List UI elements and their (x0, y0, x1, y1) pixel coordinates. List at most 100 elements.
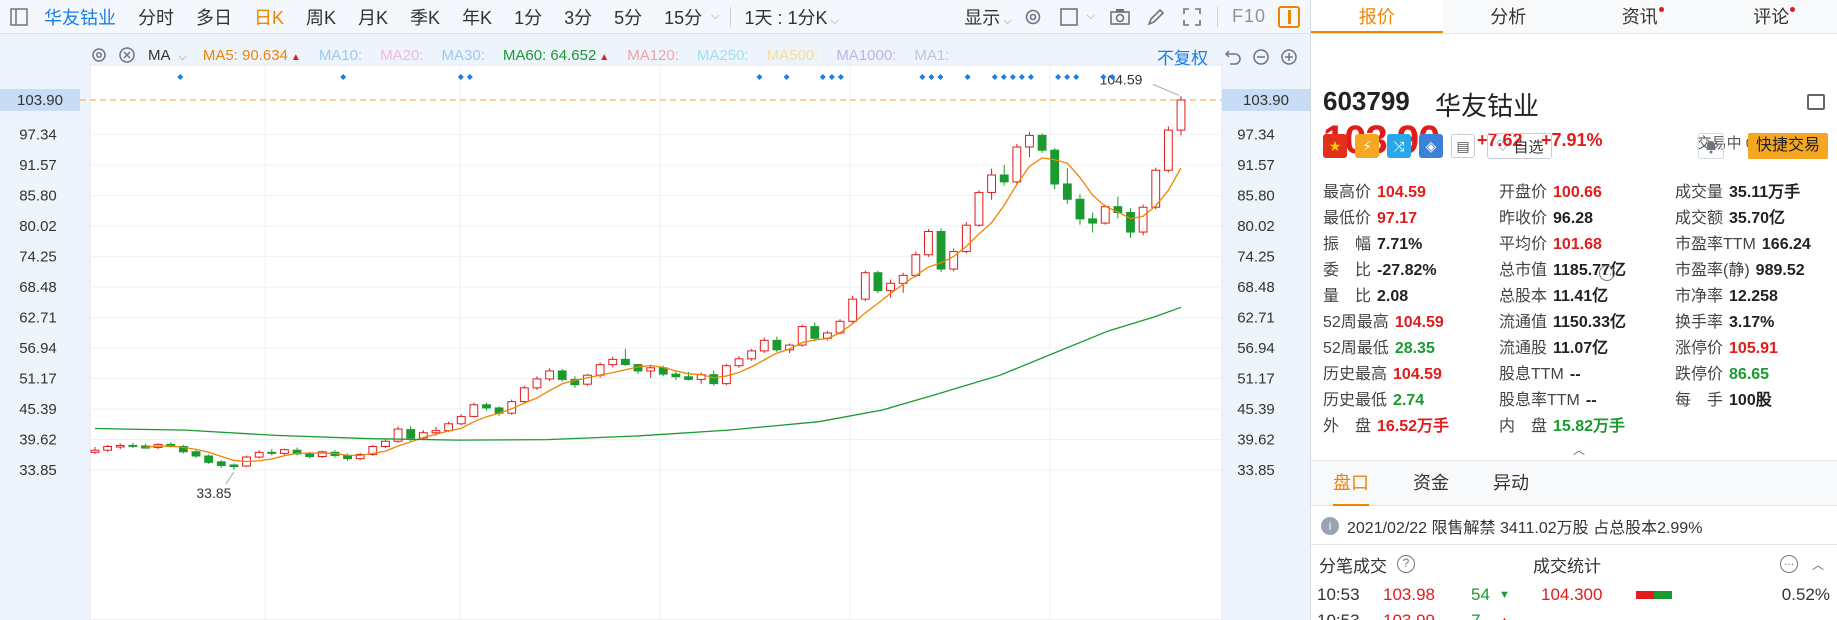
zoom-out-icon[interactable] (1250, 46, 1272, 68)
stat-value: -27.82% (1377, 262, 1437, 279)
help-icon[interactable]: ? (1397, 555, 1415, 573)
display-menu[interactable]: 显示 ⌵ (964, 4, 1011, 30)
ma-close-icon[interactable] (116, 44, 138, 66)
stat-label: 市盈率(静) (1675, 262, 1750, 279)
unread-dot-icon (1658, 7, 1664, 12)
detail-tab[interactable]: 异动 (1493, 460, 1529, 506)
sidebar-toggle-icon[interactable] (8, 6, 30, 28)
quote-tab-label: 报价 (1358, 7, 1395, 27)
candle-body (204, 455, 214, 463)
candle-body (1012, 146, 1022, 183)
candle-body (115, 444, 125, 448)
bell-icon[interactable] (1698, 133, 1724, 159)
layout-box-icon[interactable] (1058, 6, 1080, 28)
candle-body (671, 373, 681, 378)
stat-ratio-bar-fill (1636, 591, 1654, 599)
detail-tab[interactable]: 资金 (1413, 460, 1449, 506)
ma-settings-gear-icon[interactable] (88, 44, 110, 66)
y-tick-label-right: 33.85 (1237, 462, 1275, 479)
period-tab[interactable]: 年K (462, 4, 492, 30)
detail-tab[interactable]: 盘口 (1333, 460, 1369, 506)
period-tab[interactable]: 日K (254, 4, 284, 30)
camera-icon[interactable] (1109, 6, 1131, 28)
stat-price: 104.300 (1541, 585, 1603, 604)
fullscreen-icon[interactable] (1181, 6, 1203, 28)
fuquan-toggle[interactable]: 不复权 (1157, 44, 1208, 69)
stat-ratio-bar (1636, 591, 1672, 599)
collapse-caret-icon[interactable]: ︿ (1573, 441, 1585, 458)
y-tick-label-right: 85.80 (1237, 188, 1275, 205)
quick-trade-button[interactable]: 快捷交易 (1747, 133, 1828, 159)
stock-name-link[interactable]: 华友钴业 (44, 4, 116, 30)
zoom-in-icon[interactable] (1278, 46, 1300, 68)
quote-tab[interactable]: 分析 (1443, 0, 1575, 33)
stats-more-icon[interactable]: … (1599, 265, 1615, 281)
stat-value: 3.17% (1729, 314, 1775, 331)
candle-body (1075, 198, 1085, 220)
quote-tab[interactable]: 评论 (1706, 0, 1837, 33)
ma-selector[interactable]: MA ⌵ (148, 47, 187, 64)
draw-pen-icon[interactable] (1145, 6, 1167, 28)
settings-gear-icon[interactable] (1022, 6, 1044, 28)
quote-tab-label: 分析 (1490, 7, 1527, 27)
undo-icon[interactable] (1222, 46, 1244, 68)
range-select[interactable]: 1天 : 1分K ⌵ (745, 4, 839, 30)
kline-chart[interactable]: 97.34 97.34 91.57 91.57 85.80 85.80 80.02 80.02… (0, 35, 1310, 620)
stat-label: 涨停价 (1675, 340, 1724, 357)
china-flag-icon[interactable]: ★ (1323, 134, 1347, 158)
candle-body (810, 326, 820, 339)
card-view-icon[interactable] (1807, 94, 1825, 110)
y-tick-label-left: 33.85 (19, 462, 57, 479)
f10-button[interactable]: F10 (1232, 6, 1266, 27)
candle-body (734, 358, 744, 367)
candle-body (1037, 134, 1047, 151)
add-favorite-button[interactable]: ♡ 自选 (1487, 133, 1553, 159)
period-tab[interactable]: 分时 (138, 4, 174, 30)
period-tab[interactable]: 3分 (564, 4, 592, 30)
y-tick-label-right: 51.17 (1237, 371, 1275, 388)
stat-value: 1185.77亿 (1553, 262, 1626, 279)
quote-tab[interactable]: 报价 (1311, 0, 1443, 33)
period-tab[interactable]: 周K (306, 4, 336, 30)
period-tab[interactable]: 1分 (514, 4, 542, 30)
stat-row: 委 比 -27.82% 总市值 1185.77亿 市盈率(静) 989.52 (1323, 255, 1833, 281)
chevron-down-icon: ⌵ (1003, 14, 1012, 27)
candle-body (709, 374, 719, 385)
quote-panel: 报价分析资讯评论 603799 华友钴业 103.90 ↑ +7.62 +7.9… (1310, 0, 1837, 620)
stat-value: 35.70亿 (1729, 210, 1786, 227)
note-icon[interactable]: ▤ (1451, 134, 1475, 158)
period-tab[interactable]: 5分 (614, 4, 642, 30)
info-icon: i (1321, 516, 1339, 535)
kline-svg[interactable]: 97.34 97.34 91.57 91.57 85.80 85.80 80.02 80.02… (0, 35, 1310, 620)
period-tab[interactable]: 15分 (664, 4, 702, 30)
tag-icon[interactable]: ◈ (1419, 134, 1443, 158)
stat-value: 100股 (1729, 392, 1772, 409)
period-tab[interactable]: 多日 (196, 4, 232, 30)
stat-cell: 流通股 11.07亿 (1499, 334, 1675, 358)
ticks-more-icon[interactable]: … (1779, 555, 1798, 573)
stat-value: 96.28 (1553, 210, 1594, 227)
candle-body (1088, 218, 1098, 224)
action-icon-row: ★ ⚡ ⤨ ◈ ▤ ♡ 自选 快捷交易 (1323, 133, 1828, 159)
ma-item: MA5: 90.634 ▲ (203, 47, 301, 64)
lightning-icon[interactable]: ⚡ (1355, 134, 1379, 158)
quote-tab[interactable]: 资讯 (1574, 0, 1706, 33)
layout-chevron-icon[interactable]: ⌵ (1087, 10, 1095, 23)
y-tick-label-right: 56.94 (1237, 340, 1275, 357)
ticks-collapse-caret-icon[interactable]: ︿ (1812, 556, 1824, 573)
stat-value: 7.71% (1377, 236, 1423, 253)
tick-volume: 54 (1471, 585, 1490, 604)
candle-body (191, 451, 201, 457)
period-tab[interactable]: 季K (410, 4, 440, 30)
stat-value: 97.17 (1377, 210, 1418, 227)
stock-code: 603799 (1323, 86, 1410, 116)
ma-item-text: MA5: 90.634 (202, 46, 288, 64)
shuffle-icon[interactable]: ⤨ (1387, 134, 1411, 158)
stat-cell: 总市值 1185.77亿 (1499, 256, 1675, 280)
panel-toggle-icon[interactable] (1278, 5, 1300, 28)
ticks-list[interactable]: 10:53 103.98 54 ▼ 104.300 0.52% 10:53 103.99 7 ▲ (1311, 582, 1837, 620)
kline-panel: 华友钴业 分时 多日 日K 周K 月K 季K 年K 1分 3分 5分 15分 ⌵ 1天 : 1分K ⌵… (0, 0, 1310, 620)
stat-cell: 每 手 100股 (1675, 386, 1833, 410)
period-more-caret-icon[interactable]: ⌵ (711, 10, 719, 23)
period-tab[interactable]: 月K (358, 4, 388, 30)
